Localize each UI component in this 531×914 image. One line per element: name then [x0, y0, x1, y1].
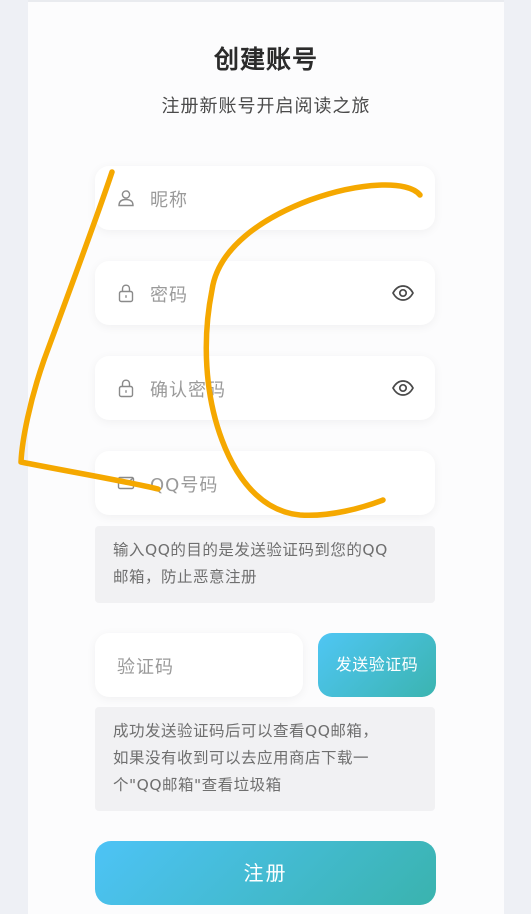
page-subtitle: 注册新账号开启阅读之旅: [161, 96, 371, 117]
eye-icon[interactable]: [391, 376, 415, 400]
send-code-button[interactable]: 发送验证码: [318, 633, 436, 697]
code-note-line: 如果没有收到可以去应用商店下载一: [113, 749, 370, 767]
verification-code-placeholder: 验证码: [117, 657, 174, 678]
confirm-password-placeholder: 确认密码: [150, 380, 226, 401]
qq-info-note: 输入QQ的目的是发送验证码到您的QQ 邮箱，防止恶意注册: [95, 526, 435, 603]
mail-icon: [117, 476, 135, 490]
password-field[interactable]: 密码: [95, 261, 435, 325]
page-title: 创建账号: [213, 45, 318, 74]
eye-icon[interactable]: [391, 281, 415, 305]
register-card: 创建账号 注册新账号开启阅读之旅 昵称 密码 确认密码 QQ号码 输入QQ的目的…: [28, 0, 504, 914]
nickname-field[interactable]: 昵称: [95, 166, 435, 230]
lock-icon: [118, 284, 134, 303]
code-note-line: 个"QQ邮箱"查看垃圾箱: [113, 776, 282, 794]
qq-number-placeholder: QQ号码: [150, 475, 219, 496]
code-info-note: 成功发送验证码后可以查看QQ邮箱， 如果没有收到可以去应用商店下载一 个"QQ邮…: [95, 707, 435, 811]
register-button[interactable]: 注册: [95, 841, 436, 905]
qq-number-field[interactable]: QQ号码: [95, 451, 435, 515]
qq-note-line: 输入QQ的目的是发送验证码到您的QQ: [113, 541, 388, 559]
code-note-line: 成功发送验证码后可以查看QQ邮箱，: [113, 722, 379, 740]
lock-icon: [118, 379, 134, 398]
password-placeholder: 密码: [150, 285, 188, 306]
qq-note-line: 邮箱，防止恶意注册: [113, 568, 258, 586]
user-icon: [118, 190, 134, 207]
verification-code-field[interactable]: 验证码: [95, 633, 303, 697]
nickname-placeholder: 昵称: [150, 190, 188, 211]
screen: 创建账号 注册新账号开启阅读之旅 昵称 密码 确认密码 QQ号码 输入QQ的目的…: [0, 0, 531, 914]
confirm-password-field[interactable]: 确认密码: [95, 356, 435, 420]
